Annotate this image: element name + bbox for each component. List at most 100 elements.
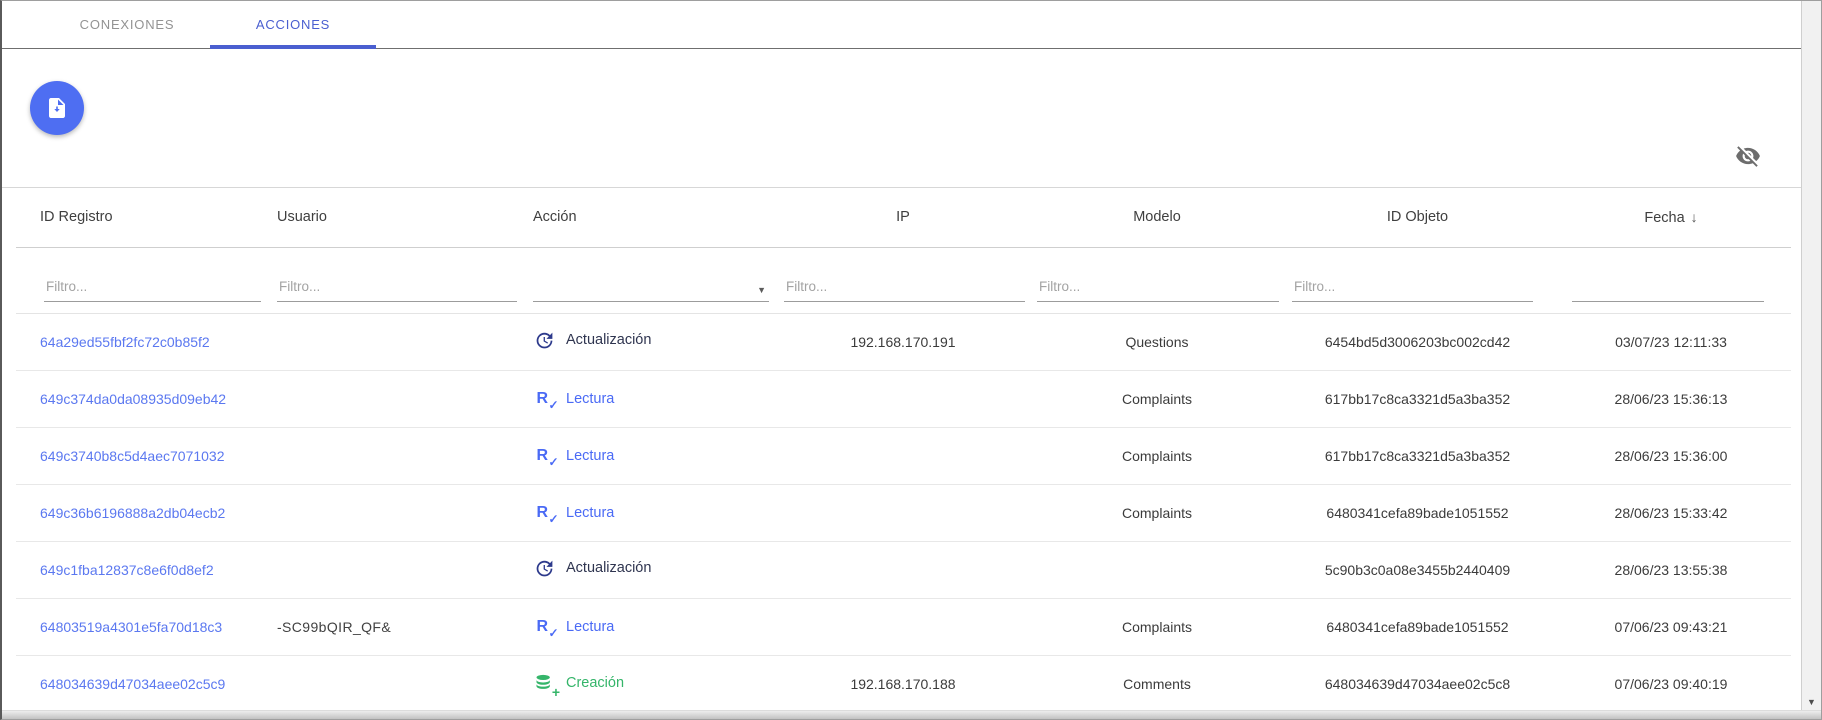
table-row[interactable]: 64a29ed55fbf2fc72c0b85f2 Actualización 1…: [16, 313, 1791, 370]
header-row: ID Registro Usuario Acción IP Modelo ID …: [16, 188, 1791, 247]
date-cell: 28/06/23 15:33:42: [1551, 484, 1791, 541]
object-id-cell: 648034639d47034aee02c5c8: [1284, 655, 1551, 712]
column-header-label: Acción: [533, 209, 577, 225]
tab-bar: CONEXIONES ACCIONES: [2, 1, 1821, 49]
column-header-modelo[interactable]: Modelo: [1030, 188, 1284, 247]
table-row[interactable]: 649c374da0da08935d09eb42 R✓Lectura Compl…: [16, 370, 1791, 427]
user-cell: [268, 427, 524, 484]
date-cell: 07/06/23 09:40:19: [1551, 655, 1791, 712]
filter-cell: [268, 247, 524, 313]
audit-log-page: CONEXIONES ACCIONES ID Registro Usuario A…: [0, 0, 1822, 720]
record-id-link[interactable]: 64803519a4301e5fa70d18c3: [40, 619, 222, 635]
scroll-down-icon[interactable]: ▼: [1802, 697, 1821, 707]
record-id-link[interactable]: 64a29ed55fbf2fc72c0b85f2: [40, 334, 210, 350]
ip-cell: [776, 484, 1030, 541]
column-header-ip[interactable]: IP: [776, 188, 1030, 247]
ip-cell: [776, 598, 1030, 655]
user-cell: [268, 655, 524, 712]
filter-cell: [1551, 247, 1791, 313]
record-id-link[interactable]: 648034639d47034aee02c5c9: [40, 676, 225, 692]
object-id-cell: 6454bd5d3006203bc002cd42: [1284, 313, 1551, 370]
column-header-fecha[interactable]: Fecha↓: [1551, 188, 1791, 247]
filter-row: ▼: [16, 247, 1791, 313]
date-cell: 07/06/23 09:43:21: [1551, 598, 1791, 655]
filter-cell: ▼: [524, 247, 776, 313]
record-id-link[interactable]: 649c3740b8c5d4aec7071032: [40, 448, 225, 464]
column-header-id[interactable]: ID Registro: [16, 188, 268, 247]
object-id-cell: 617bb17c8ca3321d5a3ba352: [1284, 370, 1551, 427]
object-id-cell: 617bb17c8ca3321d5a3ba352: [1284, 427, 1551, 484]
record-id-link[interactable]: 649c1fba12837c8e6f0d8ef2: [40, 562, 214, 578]
ip-cell: 192.168.170.188: [776, 655, 1030, 712]
column-header-label: Modelo: [1133, 209, 1181, 225]
model-cell: Complaints: [1030, 427, 1284, 484]
filter-input-id[interactable]: [44, 279, 261, 302]
update-icon: [534, 330, 555, 351]
filter-input-modelo[interactable]: [1037, 279, 1279, 302]
user-cell: [268, 313, 524, 370]
table-row[interactable]: 648034639d47034aee02c5c9 +Creación 192.1…: [16, 655, 1791, 712]
user-cell: [268, 541, 524, 598]
action-label: Lectura: [566, 619, 614, 635]
model-cell: [1030, 541, 1284, 598]
read-icon: R✓: [537, 502, 552, 523]
ip-cell: [776, 427, 1030, 484]
model-cell: Questions: [1030, 313, 1284, 370]
action-cell: R✓ Lectura: [524, 598, 776, 655]
action-cell: Actualización: [524, 541, 776, 598]
object-id-cell: 6480341cefa89bade1051552: [1284, 598, 1551, 655]
filter-input-usuario[interactable]: [277, 279, 517, 302]
date-cell: 28/06/23 13:55:38: [1551, 541, 1791, 598]
hide-columns-button[interactable]: [1733, 141, 1763, 171]
export-button[interactable]: [30, 81, 84, 135]
tab-label: CONEXIONES: [80, 17, 175, 32]
action-label: Actualización: [566, 560, 651, 576]
action-cell: R✓ Lectura: [524, 484, 776, 541]
object-id-cell: 5c90b3c0a08e3455b2440409: [1284, 541, 1551, 598]
filter-cell: [1284, 247, 1551, 313]
filter-input-fecha[interactable]: [1572, 279, 1764, 302]
read-icon: R✓: [537, 616, 552, 637]
table-row[interactable]: 64803519a4301e5fa70d18c3 -SC99bQIR_QF& R…: [16, 598, 1791, 655]
read-icon: R✓: [537, 445, 552, 466]
column-header-accion[interactable]: Acción: [524, 188, 776, 247]
filter-input-objeto[interactable]: [1292, 279, 1533, 302]
table-row[interactable]: 649c36b6196888a2db04ecb2 R✓ Lectura Compl…: [16, 484, 1791, 541]
date-cell: 28/06/23 15:36:00: [1551, 427, 1791, 484]
ip-cell: 192.168.170.191: [776, 313, 1030, 370]
action-cell: +Creación: [524, 655, 776, 712]
filter-cell: [1030, 247, 1284, 313]
tab-acciones[interactable]: ACCIONES: [210, 1, 376, 48]
model-cell: Complaints: [1030, 370, 1284, 427]
user-cell: [268, 484, 524, 541]
audit-table: ID Registro Usuario Acción IP Modelo ID …: [16, 188, 1791, 713]
action-cell: Actualización: [524, 313, 776, 370]
vertical-scrollbar[interactable]: ▼: [1801, 1, 1821, 711]
record-id-link[interactable]: 649c36b6196888a2db04ecb2: [40, 505, 225, 521]
model-cell: Complaints: [1030, 484, 1284, 541]
filter-input-ip[interactable]: [784, 279, 1025, 302]
horizontal-scrollbar[interactable]: [2, 710, 1821, 719]
model-cell: Comments: [1030, 655, 1284, 712]
action-label: Lectura: [566, 505, 614, 521]
filter-select-accion[interactable]: ▼: [533, 279, 769, 302]
column-header-usuario[interactable]: Usuario: [268, 188, 524, 247]
action-label: Lectura: [566, 391, 614, 407]
dropdown-arrow-icon: ▼: [757, 285, 766, 295]
column-header-label: ID Objeto: [1387, 209, 1448, 225]
column-header-label: ID Registro: [40, 209, 113, 225]
model-cell: Complaints: [1030, 598, 1284, 655]
filter-cell: [776, 247, 1030, 313]
record-id-link[interactable]: 649c374da0da08935d09eb42: [40, 391, 226, 407]
column-header-label: IP: [896, 209, 910, 225]
action-label: Actualización: [566, 332, 651, 348]
column-header-objeto[interactable]: ID Objeto: [1284, 188, 1551, 247]
table-row[interactable]: 649c1fba12837c8e6f0d8ef2 Actualización 5…: [16, 541, 1791, 598]
action-cell: R✓Lectura: [524, 370, 776, 427]
action-cell: R✓Lectura: [524, 427, 776, 484]
file-download-icon: [45, 96, 69, 120]
tab-conexiones[interactable]: CONEXIONES: [44, 1, 210, 48]
column-header-label: Fecha: [1644, 210, 1684, 226]
action-label: Creación: [566, 675, 624, 691]
table-row[interactable]: 649c3740b8c5d4aec7071032 R✓Lectura Compl…: [16, 427, 1791, 484]
